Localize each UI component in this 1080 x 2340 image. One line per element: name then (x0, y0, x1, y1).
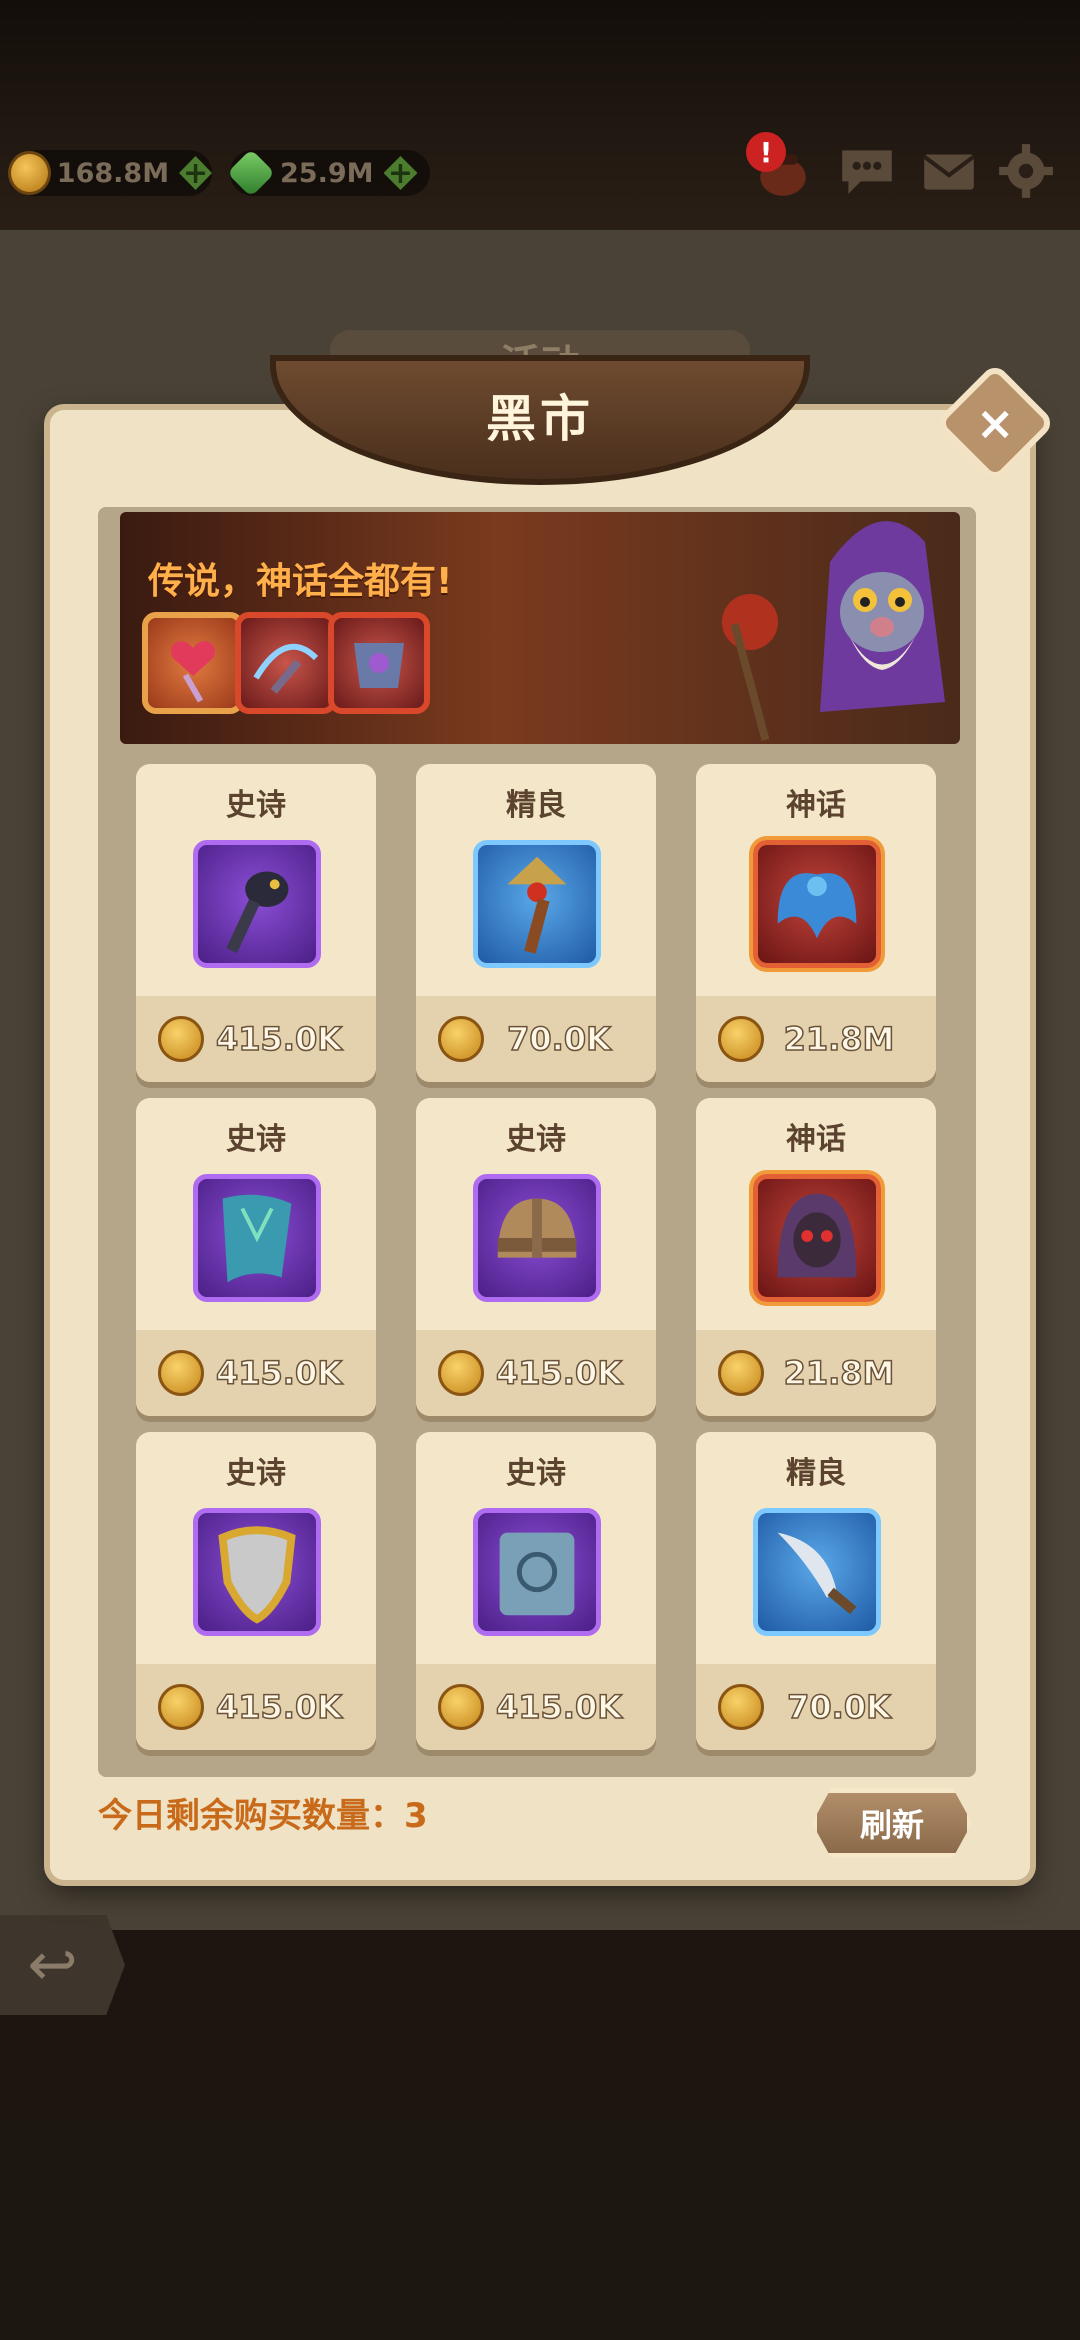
gold-counter: 168.8M + (8, 150, 212, 196)
dagger-icon (753, 1508, 881, 1636)
price-row: 70.0K (696, 1664, 936, 1750)
shop-card[interactable]: 史诗 415.0K (416, 1432, 656, 1750)
add-gem-button[interactable]: + (383, 156, 418, 190)
rarity-label: 史诗 (506, 1456, 566, 1491)
remaining-purchases: 今日剩余购买数量：3 (98, 1796, 428, 1836)
close-icon: × (975, 395, 1015, 450)
price-value: 70.0K (506, 1019, 611, 1059)
shop-card[interactable]: 史诗 415.0K (136, 1098, 376, 1416)
helmet-icon (473, 1174, 601, 1302)
back-arrow-icon: ↩ (27, 1930, 78, 2000)
rarity-label: 神话 (786, 788, 846, 823)
torch-staff-icon (473, 840, 601, 968)
gear-icon[interactable] (995, 140, 1057, 202)
gold-coin-icon (718, 1016, 764, 1062)
gold-coin-icon (158, 1350, 204, 1396)
dialog-title: 黑市 (486, 390, 594, 448)
gold-coin-icon (8, 151, 51, 195)
price-row: 21.8M (696, 1330, 936, 1416)
price-row: 70.0K (416, 996, 656, 1082)
mail-icon[interactable] (918, 140, 980, 202)
price-value: 415.0K (495, 1687, 623, 1727)
rarity-label: 精良 (506, 788, 566, 823)
price-value: 415.0K (215, 1019, 343, 1059)
top-hud: 168.8M + 25.9M + ! (0, 0, 1080, 230)
spellbook-icon (473, 1508, 601, 1636)
heart-scepter-icon (142, 612, 244, 714)
shop-card[interactable]: 神话 21.8M (696, 1098, 936, 1416)
shop-card[interactable]: 史诗 415.0K (416, 1098, 656, 1416)
price-row: 415.0K (416, 1664, 656, 1750)
crossbow-icon (235, 612, 337, 714)
rarity-label: 史诗 (226, 788, 286, 823)
gold-coin-icon (438, 1684, 484, 1730)
price-row: 415.0K (416, 1330, 656, 1416)
banner-text: 传说，神话全都有! (148, 561, 453, 602)
rarity-label: 神话 (786, 1122, 846, 1157)
armor-icon (328, 612, 430, 714)
price-value: 415.0K (495, 1353, 623, 1393)
back-button[interactable]: ↩ (0, 1915, 125, 2015)
price-value: 21.8M (783, 1353, 895, 1393)
price-value: 415.0K (215, 1353, 343, 1393)
shop-card[interactable]: 精良 70.0K (416, 764, 656, 1082)
gold-coin-icon (438, 1016, 484, 1062)
rarity-label: 史诗 (226, 1456, 286, 1491)
green-gem-icon (226, 148, 276, 198)
gem-amount: 25.9M (280, 157, 374, 189)
price-value: 415.0K (215, 1687, 343, 1727)
skull-hood-icon (753, 1174, 881, 1302)
rarity-label: 史诗 (226, 1122, 286, 1157)
gold-coin-icon (438, 1350, 484, 1396)
shop-card[interactable]: 神话 21.8M (696, 764, 936, 1082)
gold-coin-icon (718, 1350, 764, 1396)
gold-coin-icon (158, 1684, 204, 1730)
shop-card[interactable]: 史诗 415.0K (136, 1432, 376, 1750)
price-row: 415.0K (136, 996, 376, 1082)
rarity-label: 史诗 (506, 1122, 566, 1157)
shield-icon (193, 1508, 321, 1636)
price-row: 21.8M (696, 996, 936, 1082)
gold-amount: 168.8M (56, 157, 170, 189)
price-row: 415.0K (136, 1330, 376, 1416)
notification-badge: ! (746, 132, 786, 172)
gold-coin-icon (718, 1684, 764, 1730)
wizard-merchant-icon (722, 521, 945, 741)
raven-staff-icon (193, 840, 321, 968)
gold-coin-icon (158, 1016, 204, 1062)
bottom-bar (0, 2120, 1080, 2340)
gem-counter: 25.9M + (226, 148, 430, 198)
add-gold-button[interactable]: + (179, 156, 212, 190)
rarity-label: 精良 (786, 1456, 846, 1491)
chat-icon[interactable] (836, 140, 898, 202)
shop-card[interactable]: 史诗 415.0K (136, 764, 376, 1082)
price-value: 21.8M (783, 1019, 895, 1059)
price-row: 415.0K (136, 1664, 376, 1750)
cloak-icon (193, 1174, 321, 1302)
winged-cape-icon (753, 840, 881, 968)
refresh-button[interactable]: 刷新 (812, 1788, 972, 1858)
shop-card[interactable]: 精良 70.0K (696, 1432, 936, 1750)
price-value: 70.0K (786, 1687, 891, 1727)
promo-banner: 传说，神话全都有! (120, 512, 960, 744)
